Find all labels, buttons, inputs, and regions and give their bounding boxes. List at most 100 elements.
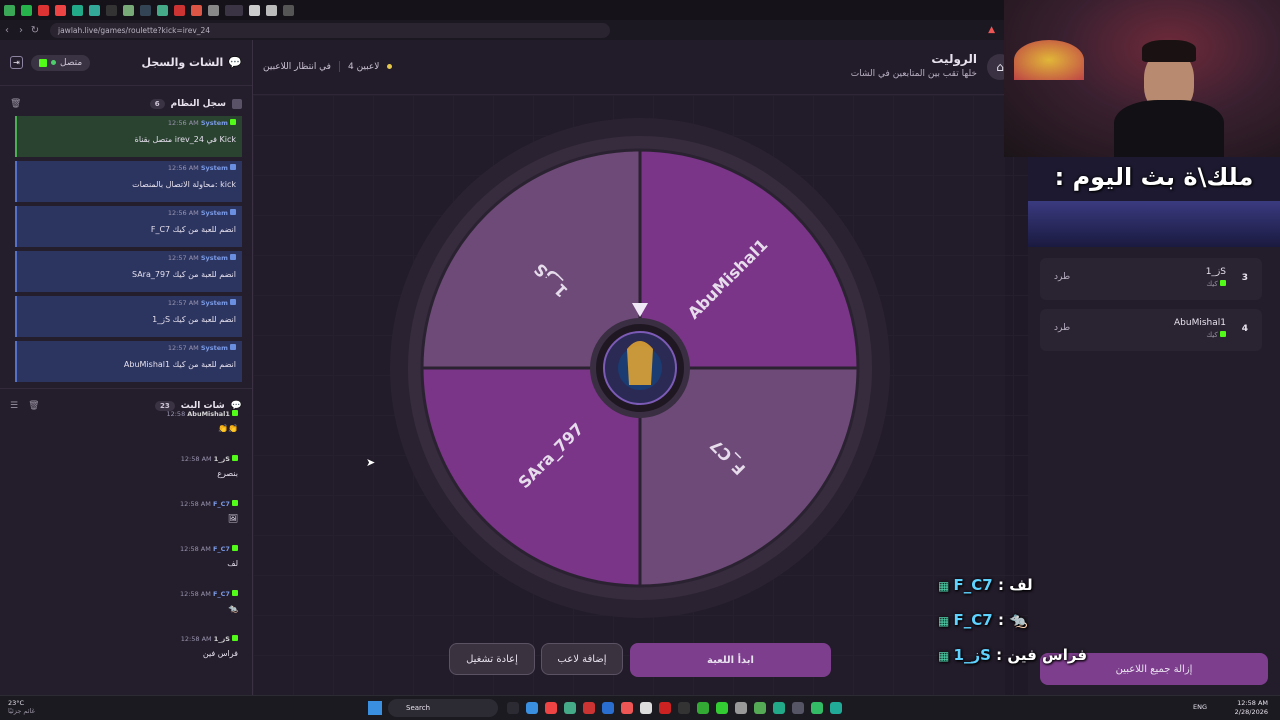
platform-icon	[230, 209, 236, 215]
message-user: ز_1S	[213, 455, 230, 463]
browser-tab-icon[interactable]	[4, 4, 15, 16]
reload-icon[interactable]: ↻	[28, 25, 42, 36]
kick-player-button[interactable]: طرد	[1054, 323, 1070, 333]
game-header: الروليت خلها تقب بين المتابعين في الشات …	[253, 40, 1013, 95]
chat-message: 12:58 AM F_C7 لف	[0, 545, 252, 590]
roulette-wheel[interactable]: ز_1S AbuMishal1F_C7SAra_797	[389, 117, 891, 619]
browser-tab-icon[interactable]	[157, 4, 168, 16]
log-icon	[232, 99, 242, 109]
status-dot	[387, 64, 393, 69]
restart-button[interactable]: إعادة تشغيل	[449, 643, 535, 675]
taskbar-app-icon[interactable]	[734, 702, 747, 714]
taskbar-app-icon[interactable]	[525, 702, 538, 714]
browser-tab-icon[interactable]	[249, 4, 260, 16]
message-text: 👏👏	[218, 424, 238, 433]
kick-icon	[232, 545, 238, 551]
taskbar-app-icon[interactable]	[582, 702, 595, 714]
taskbar-search[interactable]: Search	[388, 699, 498, 717]
browser-tab-icon[interactable]	[208, 4, 219, 16]
taskbar-app-icon[interactable]	[715, 702, 728, 714]
browser-tab-icon[interactable]	[174, 4, 185, 16]
log-count: 6	[149, 99, 165, 109]
overlay-chat-line: ▦ F_C7 : 🐀	[938, 611, 1028, 629]
system-log-item: 12:57 AM System SAra_797 انضم للعبة من ك…	[15, 251, 242, 292]
taskbar-app-icon[interactable]	[506, 702, 519, 714]
message-user: System	[200, 209, 228, 217]
taskbar-app-icon[interactable]	[696, 702, 709, 714]
player-name: AbuMishal1	[1174, 318, 1226, 328]
overlay-chat-line: ▦ F_C7 : لف	[938, 576, 1033, 594]
player-index: 4	[1241, 324, 1248, 334]
badge-icon: ▦	[938, 579, 954, 593]
browser-tab-icon[interactable]	[89, 4, 100, 16]
add-player-button[interactable]: إضافة لاعب	[541, 643, 623, 675]
taskbar-app-icon[interactable]	[753, 702, 766, 714]
browser-tab-icon[interactable]	[38, 4, 49, 16]
taskbar-app-icon[interactable]	[810, 702, 823, 714]
browser-tab-icon[interactable]	[191, 4, 202, 16]
browser-tab-bar	[0, 0, 1005, 20]
overlay-user: F_C7	[953, 576, 993, 594]
message-time: 12:58	[166, 410, 186, 418]
taskbar-app-icon[interactable]	[829, 702, 842, 714]
taskbar-app-icon[interactable]	[772, 702, 785, 714]
message-time: 12:56 AM	[167, 164, 199, 172]
language-indicator[interactable]: ENG	[1193, 703, 1207, 711]
banner: : ملك\ة بث اليوم	[1028, 157, 1280, 247]
taskbar-app-icon[interactable]	[677, 702, 690, 714]
taskbar-app-icon[interactable]	[563, 702, 576, 714]
overlay-user: F_C7	[953, 611, 993, 629]
message-user: F_C7	[212, 500, 230, 508]
chat-message: 12:58 AM ز_1S بنصرع	[0, 455, 252, 500]
weather-temp: 23°C	[8, 699, 25, 707]
kick-icon	[1220, 280, 1226, 286]
clock-date[interactable]: 2/28/2026	[1235, 708, 1268, 717]
start-game-button[interactable]: ابدأ اللعبة	[630, 643, 831, 677]
banner-title: : ملك\ة بث اليوم	[1054, 163, 1254, 191]
taskbar-app-icon[interactable]	[601, 702, 614, 714]
player-platform: كيك	[1206, 280, 1218, 288]
platform-icon	[230, 164, 236, 170]
back-icon[interactable]: ‹	[0, 25, 14, 36]
taskbar-app-icon[interactable]	[544, 702, 557, 714]
platform-icon	[230, 299, 236, 305]
mouse-cursor-icon: ➤	[366, 456, 376, 469]
badge-icon: ▦	[938, 649, 954, 663]
browser-tab-icon[interactable]	[72, 4, 83, 16]
collapse-panel-icon[interactable]: ⇥	[10, 56, 23, 69]
forward-icon[interactable]: ›	[14, 25, 28, 36]
browser-tab-icon[interactable]	[123, 4, 134, 16]
clock-time[interactable]: 12:58 AM	[1235, 699, 1268, 708]
taskbar-app-icon[interactable]	[639, 702, 652, 714]
clear-log-icon[interactable]: 🗑	[10, 99, 21, 109]
player-platform: كيك	[1206, 331, 1218, 339]
system-log-title: سجل النظام	[170, 99, 226, 109]
message-text: AbuMishal1 انضم للعبة من كيك	[123, 360, 236, 369]
taskbar-app-icon[interactable]	[620, 702, 633, 714]
browser-tab-icon[interactable]	[225, 4, 243, 16]
browser-tab-icon[interactable]	[140, 4, 151, 16]
taskbar-app-icon[interactable]	[791, 702, 804, 714]
overlay-text: : 🐀	[997, 611, 1028, 629]
browser-tab-icon[interactable]	[283, 4, 294, 16]
taskbar-app-icon[interactable]	[658, 702, 671, 714]
brave-shield-icon[interactable]: ▲	[988, 25, 995, 35]
url-field[interactable]: jawlah.live/games/roulette?kick=irev_24	[50, 22, 610, 38]
browser-tab-icon[interactable]	[106, 4, 117, 16]
browser-tab-icon[interactable]	[266, 4, 277, 16]
browser-tab-icon[interactable]	[55, 4, 66, 16]
connection-badge: متصل	[31, 54, 91, 71]
filter-icon[interactable]: ☰	[10, 401, 18, 411]
windows-start-icon[interactable]	[368, 701, 382, 715]
search-placeholder: Search	[406, 704, 431, 712]
message-user: F_C7	[212, 590, 230, 598]
platform-icon	[230, 344, 236, 350]
message-user: System	[200, 164, 228, 172]
message-user: System	[200, 299, 228, 307]
browser-tab-icon[interactable]	[21, 4, 32, 16]
clear-chat-icon[interactable]: 🗑	[28, 401, 39, 411]
kick-icon	[1220, 331, 1226, 337]
kick-player-button[interactable]: طرد	[1054, 272, 1070, 282]
chat-log-panel: ⇥ متصل الشات والسجل 💬 🗑 6 سجل النظام 12:…	[0, 40, 253, 695]
system-log-item: 12:57 AM System ز_1S انضم للعبة من كيك	[15, 296, 242, 337]
